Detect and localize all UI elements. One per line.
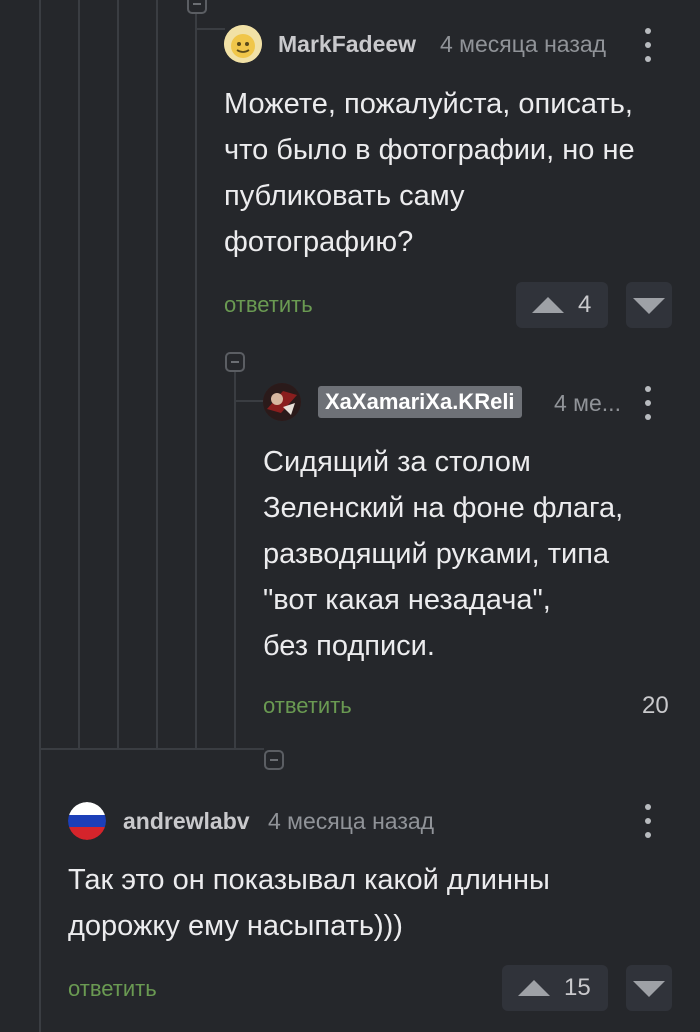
comment-text: Можете, пожалуйста, описать, что было в … bbox=[224, 88, 635, 258]
arrow-up-icon bbox=[518, 980, 550, 996]
thread-line bbox=[234, 372, 236, 748]
arrow-down-icon bbox=[633, 981, 665, 997]
emoji-avatar-icon bbox=[224, 25, 262, 63]
avatar[interactable] bbox=[224, 25, 262, 63]
downvote-button[interactable] bbox=[626, 282, 672, 328]
avatar[interactable] bbox=[68, 802, 106, 840]
downvote-button[interactable] bbox=[626, 965, 672, 1011]
arrow-up-icon bbox=[532, 297, 564, 313]
thread-bottom-line bbox=[39, 748, 264, 750]
username[interactable]: andrewlabv bbox=[123, 808, 250, 835]
more-options-icon[interactable] bbox=[643, 804, 653, 838]
more-options-icon[interactable] bbox=[643, 386, 653, 420]
reply-link[interactable]: ответить bbox=[224, 292, 313, 318]
russian-flag-avatar-icon bbox=[68, 802, 106, 840]
timestamp[interactable]: 4 ме... bbox=[554, 390, 621, 417]
thread-branch-line bbox=[234, 400, 264, 402]
thread-line bbox=[78, 0, 80, 748]
avatar[interactable] bbox=[263, 383, 301, 421]
rating-count: 20 bbox=[642, 692, 669, 719]
username-badge[interactable]: XaXamariXa.KReli bbox=[318, 386, 522, 418]
reply-link[interactable]: ответить bbox=[68, 976, 157, 1002]
user-photo-avatar-icon bbox=[263, 383, 301, 421]
collapse-thread-button[interactable] bbox=[187, 0, 207, 14]
thread-line bbox=[156, 0, 158, 748]
reply-link[interactable]: ответить bbox=[263, 693, 352, 719]
username[interactable]: MarkFadeew bbox=[278, 31, 416, 58]
thread-branch-line bbox=[195, 28, 225, 30]
rating-count: 4 bbox=[578, 291, 592, 318]
collapse-thread-button[interactable] bbox=[225, 352, 245, 372]
rating-count: 15 bbox=[564, 974, 591, 1001]
upvote-button[interactable]: 15 bbox=[502, 965, 608, 1011]
more-options-icon[interactable] bbox=[643, 28, 653, 62]
thread-line bbox=[117, 0, 119, 748]
timestamp[interactable]: 4 месяца назад bbox=[440, 31, 606, 58]
comment-text: Сидящий за столом Зеленский на фоне флаг… bbox=[263, 446, 624, 662]
comment-text: Так это он показывал какой длинны дорожк… bbox=[68, 864, 550, 942]
thread-line bbox=[195, 0, 197, 748]
upvote-button[interactable]: 4 bbox=[516, 282, 608, 328]
thread-line bbox=[39, 0, 41, 1032]
timestamp[interactable]: 4 месяца назад bbox=[268, 808, 434, 835]
arrow-down-icon bbox=[633, 298, 665, 314]
collapse-thread-button[interactable] bbox=[264, 750, 284, 770]
